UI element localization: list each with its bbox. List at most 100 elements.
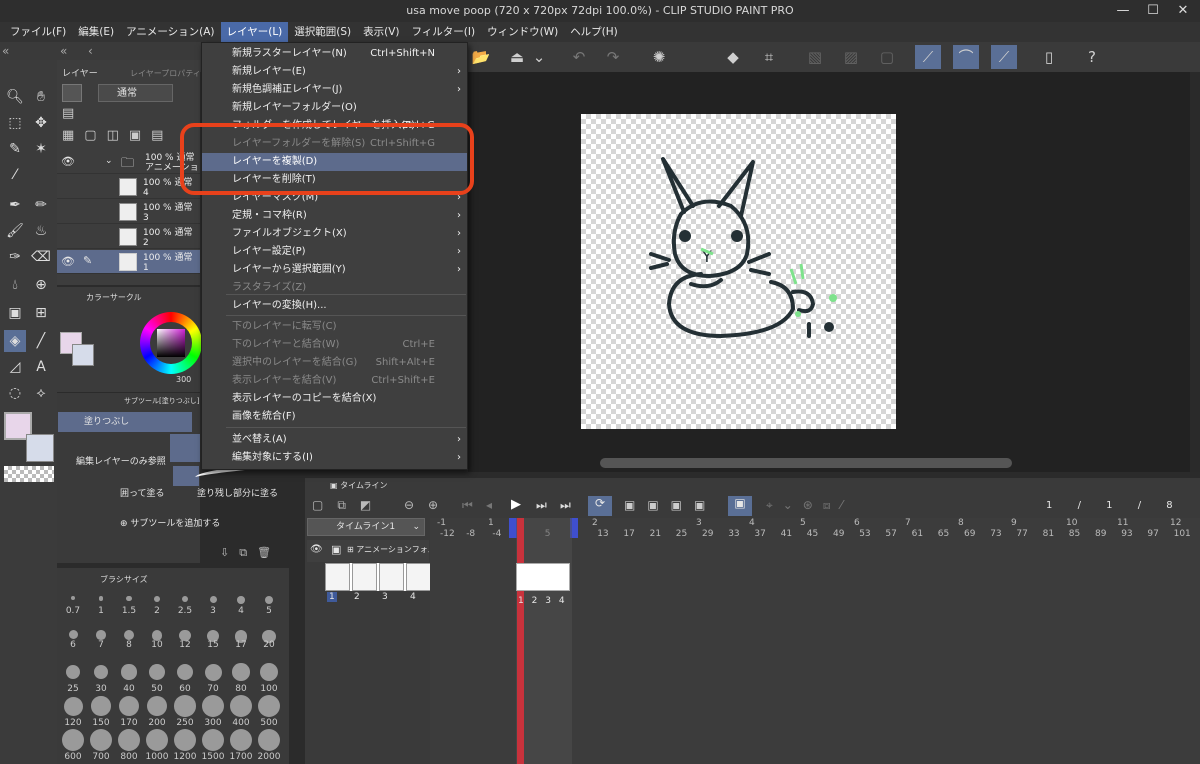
undo-icon[interactable]: ↶ bbox=[566, 45, 592, 69]
eye-icon[interactable]: 👁︎ bbox=[310, 544, 323, 555]
brush-size-cell[interactable]: 40 bbox=[115, 660, 143, 694]
subtool-enclose-option[interactable]: 囲って塗る bbox=[120, 486, 165, 499]
menu-item[interactable]: 表示レイヤーのコピーを結合(X) bbox=[202, 390, 467, 408]
sub-color-swatch[interactable] bbox=[26, 434, 54, 462]
timeline-tools-right[interactable]: ⌖⌄⊛⧈⁄ bbox=[766, 498, 853, 513]
transform-icon[interactable]: ⌗ bbox=[756, 45, 782, 69]
menu-item[interactable]: レイヤー設定(P) › bbox=[202, 243, 467, 261]
menu-item[interactable]: 新規レイヤー(E) › bbox=[202, 63, 467, 81]
brush-size-cell[interactable]: 2.5 bbox=[171, 592, 199, 624]
zoom-icon[interactable]: 🔍︎ bbox=[4, 86, 26, 108]
layer-color-toggle[interactable] bbox=[62, 84, 82, 102]
brush-size-cell[interactable]: 1000 bbox=[143, 728, 171, 762]
brush-size-cell[interactable]: 12 bbox=[171, 626, 199, 658]
eye-icon[interactable]: 👁︎ bbox=[61, 255, 75, 268]
prev-frame-icon[interactable]: ◂ bbox=[486, 498, 492, 512]
save-icon[interactable]: ⏏ bbox=[504, 45, 530, 69]
layer-row-folder[interactable]: 👁︎ ⌄ 🗀︎ 100 % 通常 アニメーションフォルダー bbox=[57, 150, 200, 174]
chevron-down-icon[interactable]: ⌄ bbox=[530, 45, 548, 69]
next-frame-icon[interactable]: ⏭ bbox=[536, 498, 547, 513]
brush-size-cell[interactable]: 2000 bbox=[255, 728, 283, 762]
menu-item[interactable]: 表示レイヤーを結合(V) Ctrl+Shift+E bbox=[202, 372, 467, 390]
loading-icon[interactable]: ✺ bbox=[646, 45, 672, 69]
collapse-mid-icon[interactable]: « bbox=[60, 44, 67, 58]
expand-icon[interactable]: ⌄ bbox=[105, 156, 113, 166]
menu-item[interactable]: 下のレイヤーに転写(C) bbox=[202, 318, 467, 336]
brush-size-cell[interactable]: 1700 bbox=[227, 728, 255, 762]
brush-size-cell[interactable]: 6 bbox=[59, 626, 87, 658]
blend-grid-icon[interactable]: ⊕ bbox=[30, 274, 52, 296]
figure-icon[interactable]: ╱ bbox=[30, 330, 52, 352]
brush-size-cell[interactable]: 1.5 bbox=[115, 592, 143, 624]
subtool-reference-option[interactable]: 編集レイヤーのみ参照 bbox=[60, 436, 170, 467]
layer-lock-icon[interactable]: ▤ bbox=[62, 106, 74, 121]
brush-size-cell[interactable]: 25 bbox=[59, 660, 87, 694]
hand-icon[interactable]: ✋︎ bbox=[30, 86, 52, 108]
fill-selection-icon[interactable]: ▨ bbox=[838, 45, 864, 69]
menu-filter[interactable]: フィルター(I) bbox=[406, 22, 482, 42]
help-icon[interactable]: ? bbox=[1079, 45, 1105, 69]
menu-selection[interactable]: 選択範囲(S) bbox=[288, 22, 357, 42]
menu-item[interactable]: 新規色調補正レイヤー(J) › bbox=[202, 81, 467, 99]
device-icon[interactable]: ▯ bbox=[1036, 45, 1062, 69]
curve-icon[interactable]: ⌒ bbox=[953, 45, 979, 69]
brush-size-cell[interactable]: 17 bbox=[227, 626, 255, 658]
blend-icon[interactable]: 💧︎ bbox=[4, 274, 26, 296]
frame-icon[interactable]: ⊞ bbox=[30, 302, 52, 324]
brush-size-cell[interactable]: 10 bbox=[143, 626, 171, 658]
brush-size-cell[interactable]: 8 bbox=[115, 626, 143, 658]
subtool-fill-item[interactable]: 塗りつぶし bbox=[58, 412, 192, 432]
menu-edit[interactable]: 編集(E) bbox=[72, 22, 120, 42]
correct-line-icon[interactable]: ⟡ bbox=[30, 382, 52, 404]
cel-thumb[interactable] bbox=[379, 563, 404, 591]
brush-size-cell[interactable]: 170 bbox=[115, 694, 143, 728]
playhead[interactable] bbox=[517, 518, 524, 764]
brush-size-cell[interactable]: 600 bbox=[59, 728, 87, 762]
maximize-button[interactable]: ☐ bbox=[1138, 0, 1168, 22]
onion-skin-icon[interactable]: ▣ bbox=[728, 496, 752, 516]
brush-size-cell[interactable]: 300 bbox=[199, 694, 227, 728]
menu-help[interactable]: ヘルプ(H) bbox=[564, 22, 624, 42]
menu-item[interactable]: 画像を統合(F) bbox=[202, 408, 467, 426]
cel-thumb[interactable] bbox=[406, 563, 431, 591]
ruler-icon[interactable]: ◿ bbox=[4, 356, 26, 378]
menu-animation[interactable]: アニメーション(A) bbox=[120, 22, 220, 42]
brush-size-cell[interactable]: 200 bbox=[143, 694, 171, 728]
menu-view[interactable]: 表示(V) bbox=[357, 22, 405, 42]
lasso-select-icon[interactable]: ✎ bbox=[4, 138, 26, 160]
brush-size-cell[interactable]: 400 bbox=[227, 694, 255, 728]
color-sub-swatch[interactable] bbox=[72, 344, 94, 366]
subtool-unfilled-option[interactable]: 塗り残し部分に塗る bbox=[197, 486, 278, 499]
menu-item[interactable]: 並べ替え(A) › bbox=[202, 431, 467, 449]
menu-item[interactable]: 下のレイヤーと結合(W) Ctrl+E bbox=[202, 336, 467, 354]
timeline-tab[interactable]: ▣ タイムライン bbox=[330, 480, 388, 491]
brush-size-cell[interactable]: 150 bbox=[87, 694, 115, 728]
menu-item[interactable]: レイヤーから選択範囲(Y) › bbox=[202, 261, 467, 279]
eyedropper-icon[interactable]: ⁄ bbox=[4, 164, 26, 186]
brush-size-cell[interactable]: 30 bbox=[87, 660, 115, 694]
brush-size-cell[interactable]: 1200 bbox=[171, 728, 199, 762]
brush-size-cell[interactable]: 500 bbox=[255, 694, 283, 728]
straight-line-icon[interactable]: ⟋ bbox=[991, 45, 1017, 69]
eraser-icon[interactable]: ⌫ bbox=[30, 246, 52, 268]
first-frame-icon[interactable]: ⏮ bbox=[462, 498, 473, 513]
menu-item[interactable]: 新規レイヤーフォルダー(O) bbox=[202, 99, 467, 117]
brush-size-cell[interactable]: 1 bbox=[87, 592, 115, 624]
brush-size-cell[interactable]: 800 bbox=[115, 728, 143, 762]
blend-mode-select[interactable]: 通常 bbox=[98, 84, 173, 102]
stabilizer-icon[interactable]: ⟋ bbox=[915, 45, 941, 69]
timeline-select[interactable]: タイムライン1 ⌄ bbox=[307, 518, 425, 536]
brush-size-cell[interactable]: 4 bbox=[227, 592, 255, 624]
chevron-left-icon[interactable]: ‹ bbox=[88, 44, 93, 58]
brush-size-cell[interactable]: 5 bbox=[255, 592, 283, 624]
brush-size-cell[interactable]: 100 bbox=[255, 660, 283, 694]
menu-file[interactable]: ファイル(F) bbox=[4, 22, 72, 42]
zoom-in-icon[interactable]: ⊕ bbox=[428, 498, 438, 512]
airbrush-icon[interactable]: ♨ bbox=[30, 220, 52, 242]
brush-size-cell[interactable]: 70 bbox=[199, 660, 227, 694]
horizontal-scrollbar[interactable] bbox=[600, 458, 1012, 468]
add-subtool-button[interactable]: ⊕ サブツールを追加する bbox=[120, 516, 220, 529]
text-icon[interactable]: A bbox=[30, 356, 52, 378]
close-button[interactable]: ✕ bbox=[1168, 0, 1198, 22]
transparent-color-swatch[interactable] bbox=[4, 466, 54, 482]
